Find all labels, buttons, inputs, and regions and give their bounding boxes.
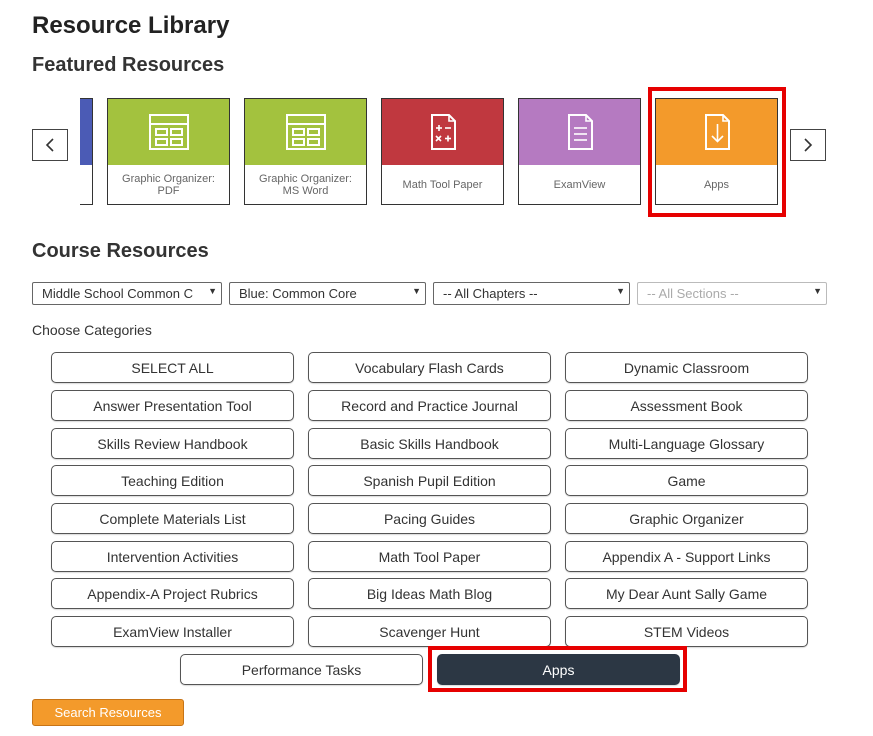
category-button-answer-presentation-tool[interactable]: Answer Presentation Tool	[51, 390, 294, 421]
category-button-dynamic-classroom[interactable]: Dynamic Classroom	[565, 352, 808, 383]
category-button-examview-installer[interactable]: ExamView Installer	[51, 616, 294, 647]
tile-label: Math Tool Paper	[402, 178, 483, 191]
carousel-prev-button[interactable]	[32, 129, 68, 161]
featured-tile-examview[interactable]: ExamView	[518, 98, 641, 205]
category-button-appendix-a-project-rubrics[interactable]: Appendix-A Project Rubrics	[51, 578, 294, 609]
category-button-stem-videos[interactable]: STEM Videos	[565, 616, 808, 647]
section-select[interactable]: -- All Sections -- ▼	[637, 282, 827, 305]
document-lines-icon	[567, 114, 593, 150]
caret-down-icon: ▼	[208, 286, 217, 296]
category-button-select-all[interactable]: SELECT ALL	[51, 352, 294, 383]
category-button-performance-tasks[interactable]: Performance Tasks	[180, 654, 423, 685]
highlight-apps-tile	[648, 87, 786, 217]
category-button-appendix-a-support-links[interactable]: Appendix A - Support Links	[565, 541, 808, 572]
course-resources-heading: Course Resources	[32, 240, 209, 262]
caret-down-icon: ▼	[616, 286, 625, 296]
category-button-vocabulary-flash-cards[interactable]: Vocabulary Flash Cards	[308, 352, 551, 383]
category-button-intervention-activities[interactable]: Intervention Activities	[51, 541, 294, 572]
category-button-assessment-book[interactable]: Assessment Book	[565, 390, 808, 421]
table-grid-icon	[285, 114, 326, 150]
caret-down-icon: ▼	[813, 286, 822, 296]
course-select-value: Middle School Common C	[42, 286, 194, 301]
math-operators-icon	[430, 114, 456, 150]
featured-tile-graphic-organizer-word[interactable]: Graphic Organizer: MS Word	[244, 98, 367, 205]
page-title: Resource Library	[32, 12, 230, 39]
category-button-skills-review-handbook[interactable]: Skills Review Handbook	[51, 428, 294, 459]
chevron-left-icon	[45, 138, 54, 152]
category-button-math-tool-paper[interactable]: Math Tool Paper	[308, 541, 551, 572]
category-button-pacing-guides[interactable]: Pacing Guides	[308, 503, 551, 534]
category-button-my-dear-aunt-sally-game[interactable]: My Dear Aunt Sally Game	[565, 578, 808, 609]
category-button-graphic-organizer[interactable]: Graphic Organizer	[565, 503, 808, 534]
course-select[interactable]: Middle School Common C ▼	[32, 282, 222, 305]
chevron-right-icon	[804, 138, 813, 152]
category-button-game[interactable]: Game	[565, 465, 808, 496]
category-button-complete-materials-list[interactable]: Complete Materials List	[51, 503, 294, 534]
featured-tile-math-tool-paper[interactable]: Math Tool Paper	[381, 98, 504, 205]
featured-tile-graphic-organizer-pdf[interactable]: Graphic Organizer: PDF	[107, 98, 230, 205]
chapter-select[interactable]: -- All Chapters -- ▼	[433, 282, 630, 305]
section-select-value: -- All Sections --	[647, 286, 739, 301]
category-button-multi-language-glossary[interactable]: Multi-Language Glossary	[565, 428, 808, 459]
category-button-record-and-practice-journal[interactable]: Record and Practice Journal	[308, 390, 551, 421]
program-select[interactable]: Blue: Common Core ▼	[229, 282, 426, 305]
tile-label: Graphic Organizer: PDF	[122, 172, 215, 197]
category-button-scavenger-hunt[interactable]: Scavenger Hunt	[308, 616, 551, 647]
search-resources-button[interactable]: Search Resources	[32, 699, 184, 726]
chapter-select-value: -- All Chapters --	[443, 286, 538, 301]
tile-label: ExamView	[553, 178, 606, 191]
category-button-teaching-edition[interactable]: Teaching Edition	[51, 465, 294, 496]
featured-resources-heading: Featured Resources	[32, 54, 225, 76]
table-grid-icon	[148, 114, 189, 150]
category-button-big-ideas-math-blog[interactable]: Big Ideas Math Blog	[308, 578, 551, 609]
carousel-next-button[interactable]	[790, 129, 826, 161]
category-button-basic-skills-handbook[interactable]: Basic Skills Handbook	[308, 428, 551, 459]
tile-label: Graphic Organizer: MS Word	[259, 172, 352, 197]
choose-categories-label: Choose Categories	[32, 322, 152, 338]
program-select-value: Blue: Common Core	[239, 286, 357, 301]
featured-tile-partial[interactable]	[80, 98, 93, 205]
highlight-apps-category	[428, 646, 687, 692]
category-button-spanish-pupil-edition[interactable]: Spanish Pupil Edition	[308, 465, 551, 496]
caret-down-icon: ▼	[412, 286, 421, 296]
